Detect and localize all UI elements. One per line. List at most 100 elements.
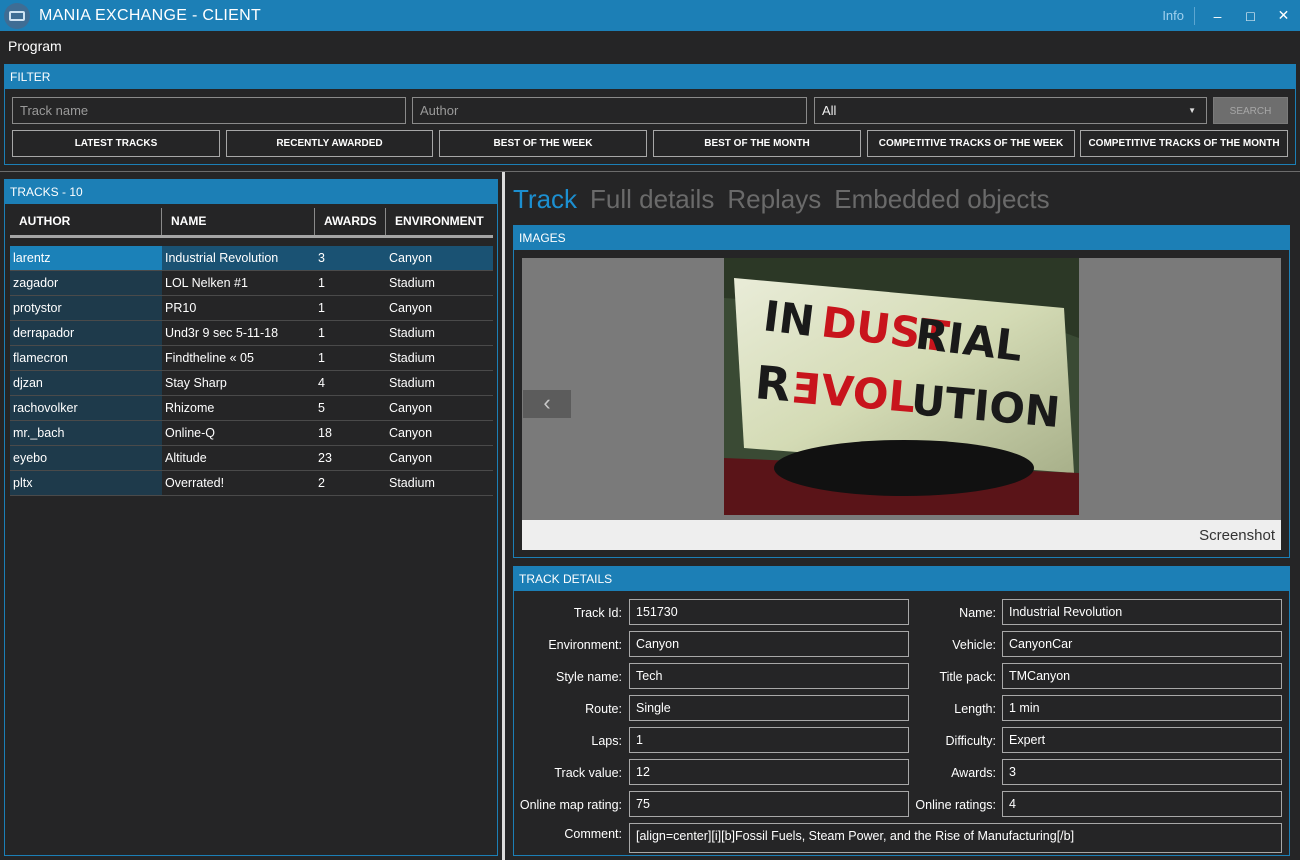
name-field[interactable]: Industrial Revolution	[1002, 599, 1282, 625]
column-author[interactable]: AUTHOR	[10, 208, 162, 235]
tracks-header: TRACKS - 10	[5, 180, 497, 204]
window-title: MANIA EXCHANGE - CLIENT	[39, 6, 262, 24]
label-title-pack: Title pack:	[939, 670, 996, 684]
cell-name: Overrated!	[165, 476, 225, 490]
label-vehicle: Vehicle:	[952, 638, 996, 652]
table-row[interactable]: rachovolker Rhizome 5 Canyon	[10, 396, 493, 421]
cell-awards: 4	[318, 376, 325, 390]
image-viewer: IN DUST RIAL R Ǝ VOL UTION ‹	[522, 258, 1281, 520]
title-bar: MANIA EXCHANGE - CLIENT Info – □ ✕	[0, 0, 1300, 31]
competitive-week-button[interactable]: COMPETITIVE TRACKS OF THE WEEK	[867, 130, 1075, 157]
title-pack-field[interactable]: TMCanyon	[1002, 663, 1282, 689]
menu-program[interactable]: Program	[8, 38, 62, 54]
track-name-input[interactable]: Track name	[12, 97, 406, 124]
recently-awarded-button[interactable]: RECENTLY AWARDED	[226, 130, 433, 157]
cell-name: PR10	[165, 301, 197, 315]
table-row[interactable]: larentz Industrial Revolution 3 Canyon	[10, 246, 493, 271]
dropdown-caret-icon: ▼	[1188, 106, 1196, 115]
cell-author: mr._bach	[10, 421, 162, 445]
pane-splitter[interactable]	[502, 172, 505, 860]
maximize-button[interactable]: □	[1234, 0, 1267, 31]
cell-author: zagador	[10, 271, 162, 295]
table-row[interactable]: protystor PR10 1 Canyon	[10, 296, 493, 321]
tab-track[interactable]: Track	[513, 184, 577, 215]
table-row[interactable]: mr._bach Online-Q 18 Canyon	[10, 421, 493, 446]
cell-awards: 2	[318, 476, 325, 490]
cell-awards: 1	[318, 301, 325, 315]
cell-author: eyebo	[10, 446, 162, 470]
tab-embedded-objects[interactable]: Embedded objects	[834, 184, 1049, 215]
length-field[interactable]: 1 min	[1002, 695, 1282, 721]
menu-bar: Program	[0, 31, 1300, 61]
art-text-in: IN	[761, 291, 817, 346]
cell-name: Online-Q	[165, 426, 216, 440]
label-difficulty: Difficulty:	[945, 734, 996, 748]
cell-name: Altitude	[165, 451, 207, 465]
best-of-month-button[interactable]: BEST OF THE MONTH	[653, 130, 861, 157]
label-length: Length:	[954, 702, 996, 716]
label-name: Name:	[959, 606, 996, 620]
table-row[interactable]: djzan Stay Sharp 4 Stadium	[10, 371, 493, 396]
chevron-left-icon: ‹	[543, 390, 551, 415]
label-style-name: Style name:	[555, 670, 622, 684]
table-row[interactable]: zagador LOL Nelken #1 1 Stadium	[10, 271, 493, 296]
latest-tracks-button[interactable]: LATEST TRACKS	[12, 130, 220, 157]
table-row[interactable]: pltx Overrated! 2 Stadium	[10, 471, 493, 496]
cell-author: larentz	[10, 246, 162, 270]
cell-awards: 1	[318, 326, 325, 340]
cell-name: Industrial Revolution	[165, 251, 279, 265]
competitive-month-button[interactable]: COMPETITIVE TRACKS OF THE MONTH	[1080, 130, 1288, 157]
online-ratings-field[interactable]: 4	[1002, 791, 1282, 817]
column-awards[interactable]: AWARDS	[315, 208, 386, 235]
previous-image-button[interactable]: ‹	[523, 390, 571, 418]
tab-full-details[interactable]: Full details	[590, 184, 714, 215]
table-row[interactable]: derrapador Und3r 9 sec 5-11-18 1 Stadium	[10, 321, 493, 346]
style-name-field[interactable]: Tech	[629, 663, 909, 689]
images-panel: IMAGES IN DUST RIAL R Ǝ VOL UTION ‹ Scre…	[513, 225, 1290, 558]
tab-replays[interactable]: Replays	[727, 184, 821, 215]
vehicle-field[interactable]: CanyonCar	[1002, 631, 1282, 657]
search-button[interactable]: SEARCH	[1213, 97, 1288, 124]
label-environment: Environment:	[548, 638, 622, 652]
awards-field[interactable]: 3	[1002, 759, 1282, 785]
label-track-value: Track value:	[554, 766, 622, 780]
cell-environment: Stadium	[389, 326, 435, 340]
minimize-button[interactable]: –	[1201, 0, 1234, 31]
cell-awards: 23	[318, 451, 332, 465]
environment-select-value: All	[822, 103, 837, 118]
cell-awards: 18	[318, 426, 332, 440]
cell-environment: Canyon	[389, 251, 433, 265]
close-icon: ✕	[1277, 7, 1290, 23]
route-field[interactable]: Single	[629, 695, 909, 721]
track-id-field[interactable]: 151730	[629, 599, 909, 625]
track-value-field[interactable]: 12	[629, 759, 909, 785]
cell-environment: Canyon	[389, 401, 433, 415]
table-row[interactable]: flamecron Findtheline « 05 1 Stadium	[10, 346, 493, 371]
laps-field[interactable]: 1	[629, 727, 909, 753]
filter-divider	[0, 171, 1300, 172]
track-details-header: TRACK DETAILS	[514, 567, 1289, 591]
cell-environment: Stadium	[389, 351, 435, 365]
best-of-week-button[interactable]: BEST OF THE WEEK	[439, 130, 647, 157]
column-name[interactable]: NAME	[162, 208, 315, 235]
comment-field[interactable]: [align=center][i][b]Fossil Fuels, Steam …	[629, 823, 1282, 853]
difficulty-field[interactable]: Expert	[1002, 727, 1282, 753]
tracks-panel: TRACKS - 10 AUTHOR NAME AWARDS ENVIRONME…	[4, 179, 498, 856]
maximize-icon: □	[1246, 7, 1255, 24]
app-logo-icon	[4, 2, 30, 29]
online-map-rating-field[interactable]: 75	[629, 791, 909, 817]
cell-author: djzan	[10, 371, 162, 395]
environment-field[interactable]: Canyon	[629, 631, 909, 657]
info-link[interactable]: Info	[1162, 8, 1184, 23]
author-input[interactable]: Author	[412, 97, 807, 124]
column-environment[interactable]: ENVIRONMENT	[386, 208, 493, 235]
tracks-grid-header: AUTHOR NAME AWARDS ENVIRONMENT	[10, 208, 493, 238]
close-button[interactable]: ✕	[1267, 0, 1300, 31]
cell-author: flamecron	[10, 346, 162, 370]
environment-select[interactable]: All ▼	[814, 97, 1207, 124]
cell-name: Stay Sharp	[165, 376, 227, 390]
table-row[interactable]: eyebo Altitude 23 Canyon	[10, 446, 493, 471]
art-text-e: Ǝ	[789, 363, 822, 414]
cell-environment: Stadium	[389, 376, 435, 390]
label-awards: Awards:	[951, 766, 996, 780]
